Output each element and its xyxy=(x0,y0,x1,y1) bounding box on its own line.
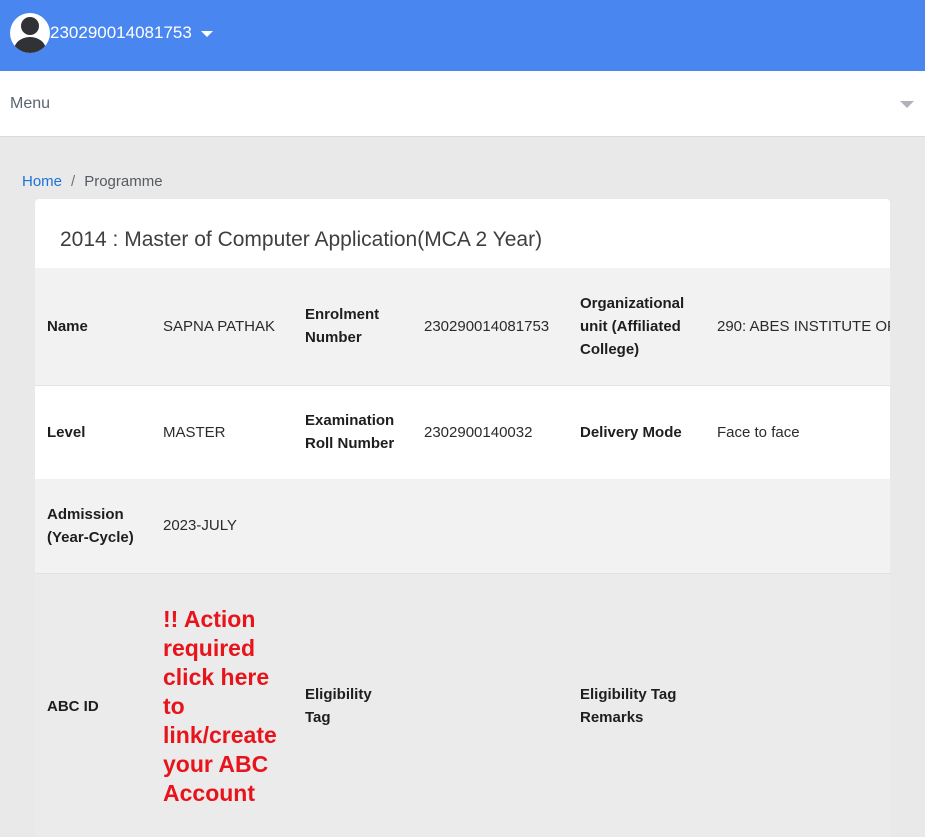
delivery-mode-label: Delivery Mode xyxy=(580,423,682,441)
breadcrumb-home-link[interactable]: Home xyxy=(22,173,62,190)
programme-details-table: Name SAPNA PATHAK Enrolment Number 23029… xyxy=(35,268,890,837)
top-navbar: 230290014081753 xyxy=(0,0,925,71)
eligibility-remarks-value xyxy=(705,573,890,837)
name-value: SAPNA PATHAK xyxy=(163,317,275,335)
admission-label: Admission (Year-Cycle) xyxy=(47,505,134,546)
level-label: Level xyxy=(47,423,86,441)
org-unit-value: 290: ABES INSTITUTE OF xyxy=(717,317,890,335)
table-row: ABC ID !! Action required click here to … xyxy=(35,573,890,837)
avatar-icon xyxy=(10,13,50,53)
breadcrumb: Home / Programme xyxy=(22,173,163,190)
exam-roll-value: 2302900140032 xyxy=(424,423,533,441)
programme-title: 2014 : Master of Computer Application(MC… xyxy=(60,228,543,251)
menu-bar[interactable]: Menu xyxy=(0,71,925,137)
breadcrumb-separator: / xyxy=(71,173,76,190)
breadcrumb-current: Programme xyxy=(84,173,163,190)
caret-down-icon xyxy=(200,31,213,37)
delivery-mode-value: Face to face xyxy=(717,423,800,441)
exam-roll-label: Examination Roll Number xyxy=(305,412,395,453)
eligibility-tag-label: Eligibility Tag xyxy=(305,686,372,727)
enrolment-label: Enrolment Number xyxy=(305,306,380,347)
level-value: MASTER xyxy=(163,423,226,441)
menu-caret-down-icon[interactable] xyxy=(900,101,914,108)
menu-label: Menu xyxy=(10,95,51,112)
table-row: Name SAPNA PATHAK Enrolment Number 23029… xyxy=(35,268,890,385)
username-label: 230290014081753 xyxy=(50,23,192,42)
admission-value: 2023-JULY xyxy=(163,517,237,535)
enrolment-value: 230290014081753 xyxy=(424,317,550,335)
user-dropdown[interactable]: 230290014081753 xyxy=(10,13,213,53)
table-row: Admission (Year-Cycle) 2023-JULY xyxy=(35,479,890,573)
name-label: Name xyxy=(47,317,88,335)
abc-id-label: ABC ID xyxy=(47,697,99,715)
abc-action-link[interactable]: !! Action required click here to link/cr… xyxy=(163,605,281,808)
programme-card: 2014 : Master of Computer Application(MC… xyxy=(35,199,890,837)
table-row: Level MASTER Examination Roll Number 230… xyxy=(35,385,890,479)
eligibility-tag-value xyxy=(412,573,568,837)
org-unit-label: Organizational unit (Affiliated College) xyxy=(580,294,685,358)
eligibility-remarks-label: Eligibility Tag Remarks xyxy=(580,686,677,727)
